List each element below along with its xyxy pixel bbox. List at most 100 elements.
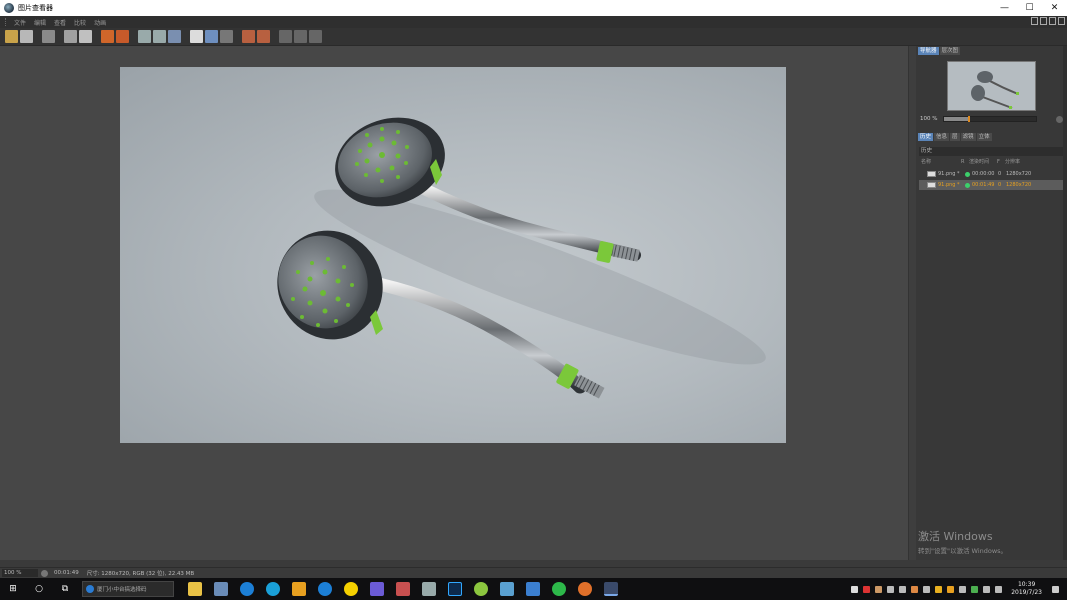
notification-icon[interactable] [1052, 585, 1059, 593]
menu-animation[interactable]: 动画 [94, 18, 106, 27]
tray-icon[interactable] [935, 585, 943, 593]
tab-stereo[interactable]: 立体 [976, 133, 992, 141]
edge-icon[interactable] [240, 582, 254, 596]
row-resolution: 1280x720 [1006, 182, 1032, 188]
region-alt-icon[interactable] [153, 30, 166, 43]
layout-icon[interactable] [1049, 17, 1056, 25]
col-name: 名称 [921, 159, 932, 165]
zoom-icon[interactable] [79, 30, 92, 43]
panel-scrollbar[interactable] [1063, 46, 1067, 560]
layout-icon[interactable] [1040, 17, 1047, 25]
app-icon[interactable] [370, 582, 384, 596]
navigator-thumbnail[interactable] [947, 61, 1036, 111]
task-view-icon[interactable]: ⧉ [56, 580, 74, 598]
tray-icon[interactable] [971, 585, 979, 593]
save-icon[interactable] [20, 30, 33, 43]
app-icon[interactable] [292, 582, 306, 596]
zoom-reset-icon[interactable] [41, 569, 48, 577]
tray-icon[interactable] [851, 585, 859, 593]
toolbar-separator [131, 30, 136, 43]
app-icon[interactable] [396, 582, 410, 596]
col-r: R [961, 159, 965, 165]
tray-icon[interactable] [947, 585, 955, 593]
start-button[interactable]: ⊞ [4, 580, 22, 598]
browser-icon[interactable] [266, 582, 280, 596]
menu-file[interactable]: 文件 [14, 18, 26, 27]
tray-icon[interactable] [923, 585, 931, 593]
app-icon[interactable] [578, 582, 592, 596]
status-dot-icon [965, 171, 970, 177]
tray-icon[interactable] [875, 585, 883, 593]
taskbar-search[interactable]: 厦门小中台搞选择码 [82, 581, 174, 597]
menu-view[interactable]: 查看 [54, 18, 66, 27]
file-explorer-icon[interactable] [188, 582, 202, 596]
ie-app-icon[interactable] [318, 582, 332, 596]
compare-b-icon[interactable] [257, 30, 270, 43]
toolbar-separator [235, 30, 240, 43]
minimize-button[interactable]: — [992, 0, 1017, 16]
tab-histogram[interactable]: 层次图 [939, 47, 961, 55]
status-image-info: 尺寸: 1280x720, RGB (32 位), 22.43 MB [86, 571, 195, 577]
layout-icon[interactable] [1058, 17, 1065, 25]
diff-icon[interactable] [309, 30, 322, 43]
menu-compare[interactable]: 比较 [74, 18, 86, 27]
tray-icon[interactable] [959, 585, 967, 593]
shower-heads-render [277, 117, 766, 399]
qq-icon[interactable] [344, 582, 358, 596]
tray-icon[interactable] [899, 585, 907, 593]
compare-a-icon[interactable] [242, 30, 255, 43]
app-icon[interactable] [552, 582, 566, 596]
history-row[interactable]: 91.png * 00:00:00 0 1280x720 [919, 169, 1064, 179]
maximize-button[interactable]: ☐ [1017, 0, 1042, 16]
swap-icon[interactable] [294, 30, 307, 43]
tray-icon[interactable] [887, 585, 895, 593]
histogram-icon[interactable] [220, 30, 233, 43]
crop-icon[interactable] [64, 30, 77, 43]
photoshop-icon[interactable] [448, 582, 462, 596]
channels-icon[interactable] [190, 30, 203, 43]
tab-info[interactable]: 信息 [934, 133, 950, 141]
layout-buttons [1031, 17, 1065, 25]
tab-filters[interactable]: 滤镜 [960, 133, 976, 141]
stop-icon[interactable] [116, 30, 129, 43]
title-bar: 图片查看器 — ☐ ✕ [0, 0, 1067, 16]
toolbar-separator [35, 30, 40, 43]
image-icon[interactable] [42, 30, 55, 43]
window-title: 图片查看器 [18, 4, 53, 12]
tab-navigator[interactable]: 导航器 [918, 47, 939, 55]
tray-icon[interactable] [863, 585, 871, 593]
clock-time: 10:39 [1017, 581, 1036, 588]
app-icon[interactable] [422, 582, 436, 596]
export-icon[interactable] [101, 30, 114, 43]
volume-icon[interactable] [995, 585, 1003, 593]
toolbar-separator [183, 30, 188, 43]
layout-icon[interactable] [1031, 17, 1038, 25]
zoom-slider-knob[interactable] [967, 116, 970, 122]
history-row-selected[interactable]: 91.png * 00:01:49 0 1280x720 [919, 180, 1064, 190]
render-icon[interactable] [168, 30, 181, 43]
region-icon[interactable] [138, 30, 151, 43]
cortana-icon[interactable]: ○ [30, 580, 48, 598]
network-icon[interactable] [983, 585, 991, 593]
app-icon [4, 3, 14, 13]
close-button[interactable]: ✕ [1042, 0, 1067, 16]
split-icon[interactable] [279, 30, 292, 43]
zoom-reset-icon[interactable] [1056, 115, 1063, 123]
app-icon[interactable] [214, 582, 228, 596]
tab-history[interactable]: 历史 [918, 133, 934, 141]
filter-icon[interactable] [205, 30, 218, 43]
cinema4d-icon[interactable] [604, 582, 618, 596]
history-columns: 名称 R 渲染时间 F 分辨率 [919, 158, 1064, 166]
menu-bar: 文件 编辑 查看 比较 动画 [0, 16, 1067, 28]
status-zoom[interactable]: 100 % [2, 569, 38, 577]
app-icon[interactable] [474, 582, 488, 596]
menu-edit[interactable]: 编辑 [34, 18, 46, 27]
taskbar-clock[interactable]: 10:39 2019/7/23 [1011, 581, 1042, 597]
viewport-scrollbar[interactable] [908, 46, 916, 560]
app-icon[interactable] [526, 582, 540, 596]
open-folder-icon[interactable] [5, 30, 18, 43]
app-icon[interactable] [500, 582, 514, 596]
zoom-slider[interactable] [943, 116, 1037, 122]
tab-layers[interactable]: 层 [950, 133, 960, 141]
tray-icon[interactable] [911, 585, 919, 593]
